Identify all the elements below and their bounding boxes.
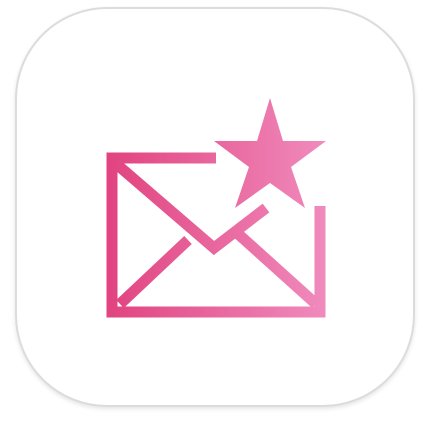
envelope-left-fold [116, 235, 192, 309]
icon-canvas [0, 0, 428, 424]
mail-star-icon [106, 98, 326, 318]
star-shape [214, 98, 326, 208]
envelope-right-fold [232, 227, 320, 309]
